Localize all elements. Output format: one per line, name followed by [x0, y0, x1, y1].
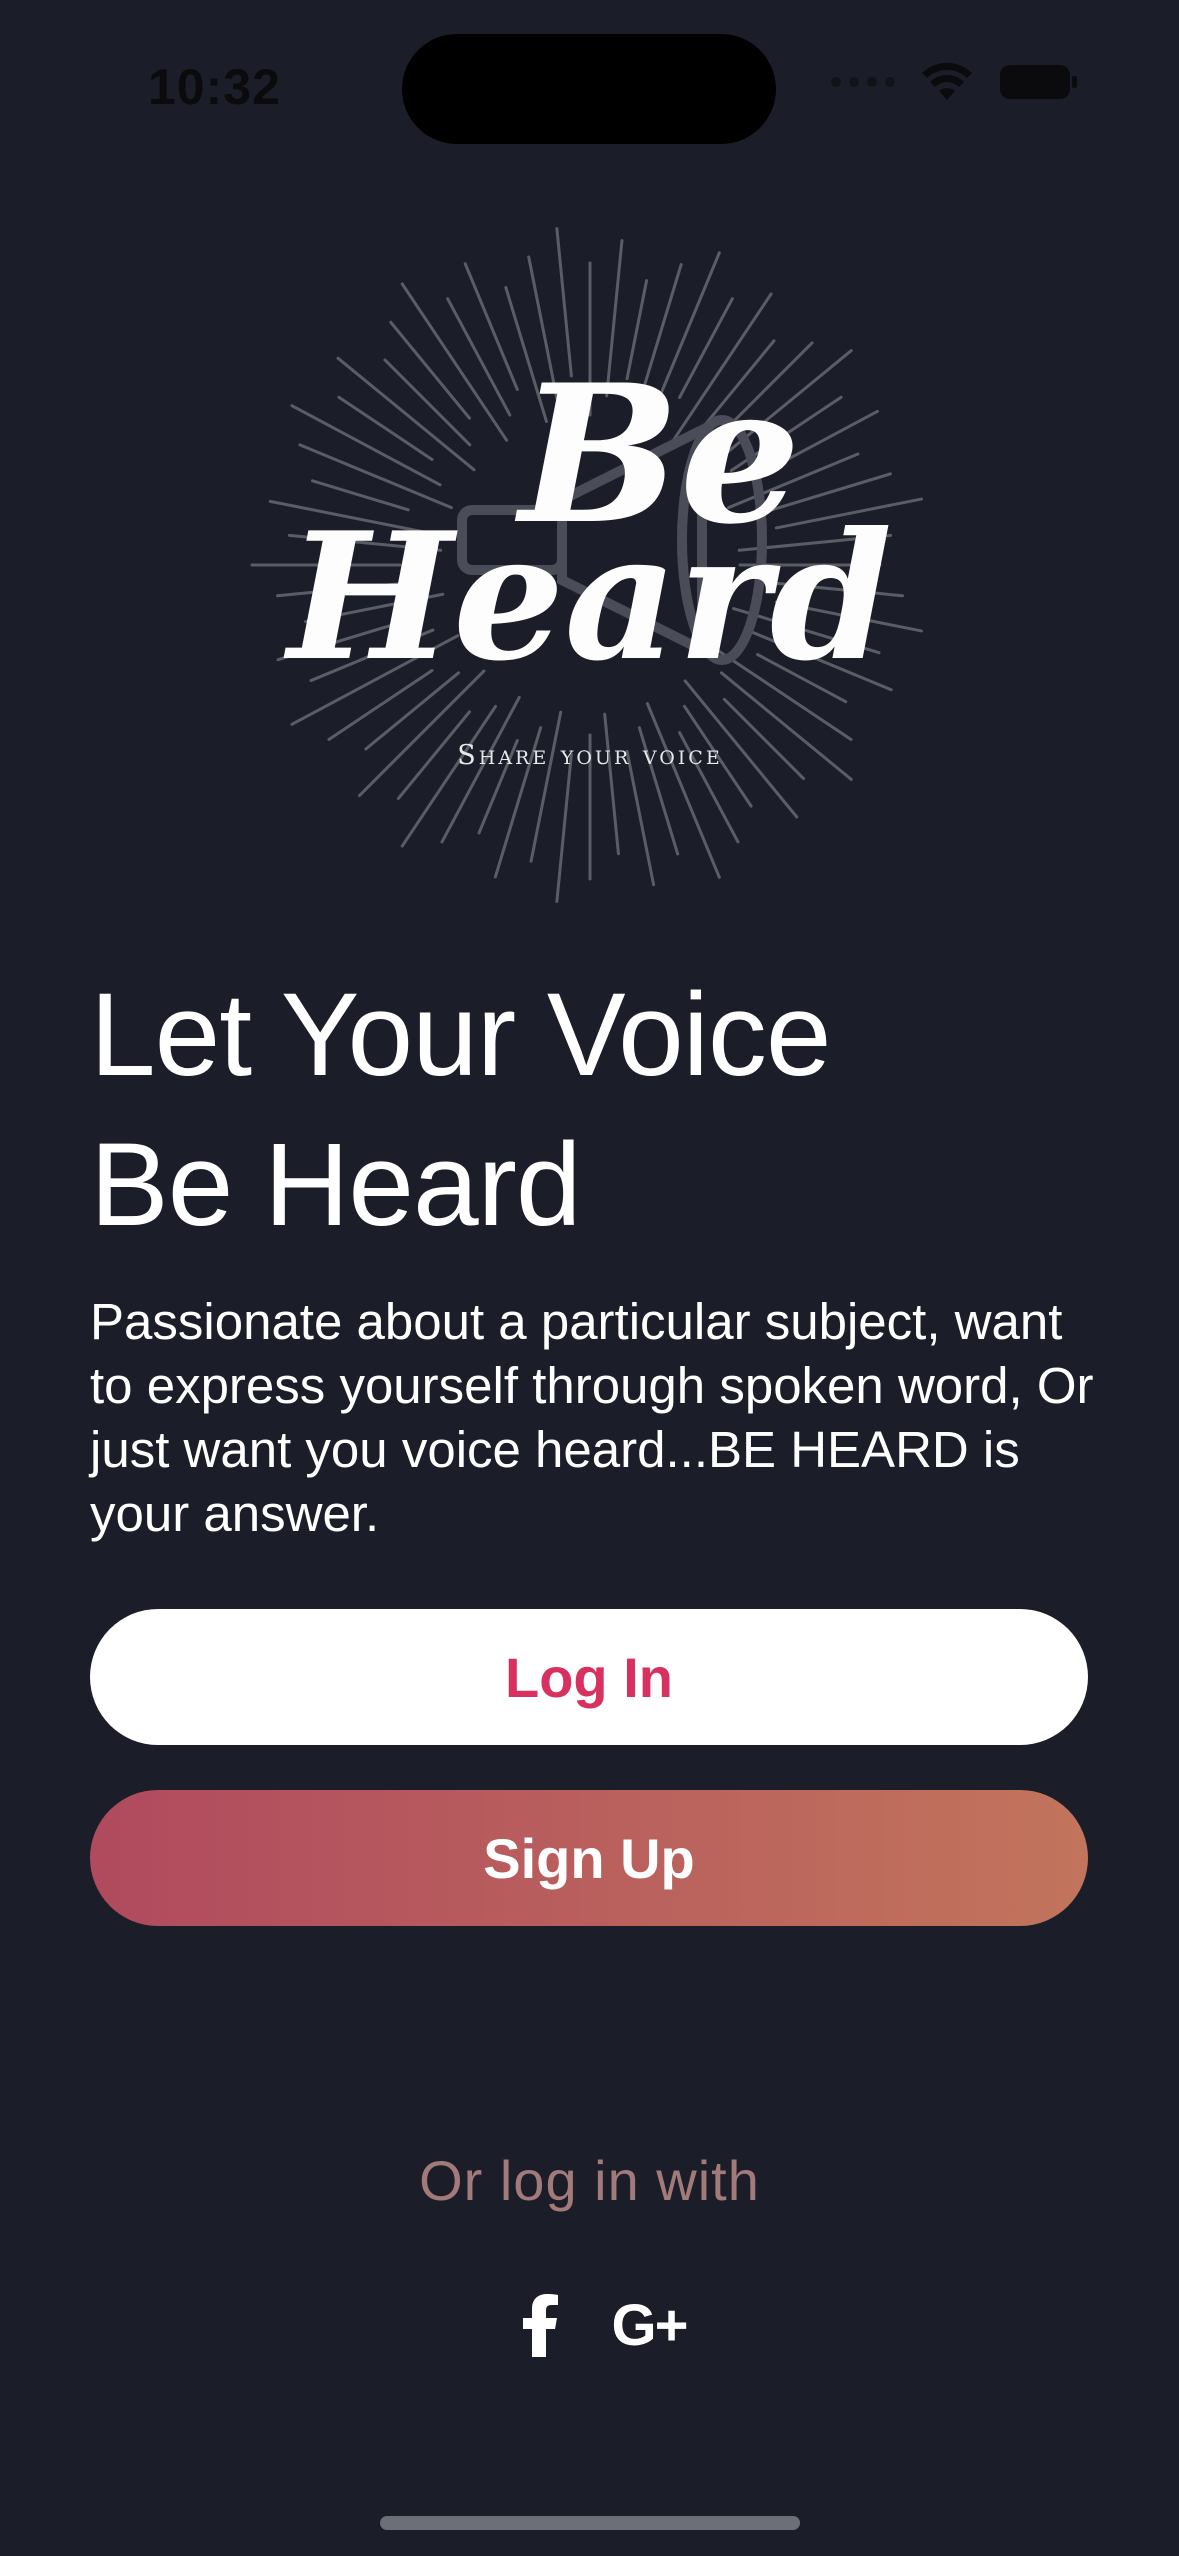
battery-icon	[1000, 65, 1077, 99]
facebook-login-button[interactable]	[510, 2285, 570, 2365]
dynamic-island	[402, 34, 776, 144]
status-icons	[831, 62, 1079, 102]
wifi-icon	[922, 62, 972, 100]
sunburst-ray	[529, 710, 563, 863]
sunburst-ray	[625, 749, 656, 887]
headline-line-2: Be Heard	[90, 1119, 582, 1251]
google-plus-icon: G+	[611, 2292, 689, 2358]
login-button[interactable]: Log In	[90, 1609, 1088, 1745]
sunburst-ray	[603, 712, 620, 856]
facebook-icon	[523, 2294, 558, 2357]
intro-description: Passionate about a particular subject, w…	[90, 1293, 1094, 1542]
sunburst-ray	[555, 752, 573, 903]
signup-button[interactable]: Sign Up	[90, 1790, 1088, 1926]
cellular-signal-icon	[831, 77, 895, 87]
page-headline: Let Your Voice Be Heard	[90, 960, 1090, 1260]
alt-login-label: Or log in with	[419, 2149, 760, 2212]
logo-script-heard: Heard	[287, 495, 893, 700]
home-indicator[interactable]	[380, 2516, 800, 2530]
google-plus-login-button[interactable]: G+	[604, 2285, 694, 2365]
headline-line-1: Let Your Voice	[90, 969, 832, 1101]
status-time: 10:32	[148, 59, 281, 115]
logo-tagline: Share your voice	[457, 740, 723, 771]
be-heard-logo: Be Heard Share your voice	[232, 210, 948, 920]
